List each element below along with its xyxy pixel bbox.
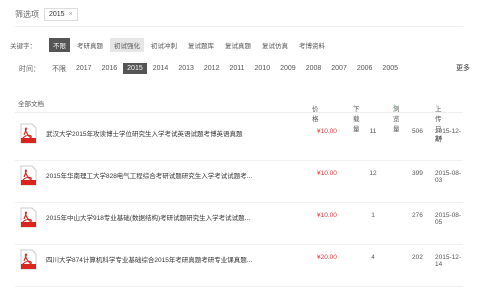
- doc-downloads: 12: [369, 170, 377, 177]
- doc-views: 506: [412, 128, 423, 135]
- divider: [15, 26, 463, 27]
- year-option[interactable]: 2014: [149, 63, 173, 74]
- keyword-option[interactable]: 初试强化: [110, 38, 144, 52]
- table-row[interactable]: 2015年华南理工大学828电气工程综合考研试题研究生入学考试试题考... ¥1…: [15, 155, 463, 203]
- year-option[interactable]: 2007: [327, 63, 351, 74]
- sort-up-icon: ↑: [435, 103, 439, 110]
- year-option[interactable]: 2010: [251, 63, 275, 74]
- year-option[interactable]: 2013: [174, 63, 198, 74]
- table-row[interactable]: 武汉大学2015年攻读博士学位研究生入学考试英语试题考博英语真题 ¥10.00 …: [15, 113, 463, 161]
- time-filter-row: 时间： 不限 2017 2016 2015 2014 2013 2012 201…: [19, 62, 404, 75]
- year-option[interactable]: 2015: [123, 63, 147, 74]
- year-option[interactable]: 2011: [225, 63, 248, 74]
- keyword-option[interactable]: 复试仿真: [258, 38, 292, 52]
- pdf-file-icon: [20, 207, 37, 228]
- keyword-filter-row: 关键字： 不限 考研真题 初试强化 初试冲刺 复试题库 复试真题 复试仿真 考博…: [10, 38, 332, 52]
- time-label: 时间：: [19, 65, 40, 73]
- doc-downloads: 11: [369, 128, 377, 135]
- table-header: 全部文档 价格 ↑ 下载量 ↑ 浏览量 ↓ 上传日期 ↑: [15, 93, 463, 143]
- more-link[interactable]: 更多: [456, 63, 470, 73]
- doc-price: ¥10.00: [317, 212, 337, 219]
- doc-date: 2015-08-05: [435, 212, 462, 226]
- doc-title[interactable]: 2015年中山大学918专业基础(数据结构)考研试题研究生入学考试试题...: [46, 212, 276, 222]
- doc-date: 2015-08-03: [435, 170, 462, 184]
- table-row[interactable]: 四川大学874计算机科学专业基础综合2015年考研真题考研专业课真题... ¥2…: [15, 239, 463, 287]
- close-icon[interactable]: ×: [69, 11, 73, 18]
- year-option[interactable]: 2016: [98, 63, 122, 74]
- pdf-file-icon: [20, 123, 37, 144]
- year-option[interactable]: 2009: [276, 63, 300, 74]
- keyword-option[interactable]: 初试冲刺: [147, 38, 181, 52]
- doc-price: ¥10.00: [317, 128, 337, 135]
- doc-title[interactable]: 四川大学874计算机科学专业基础综合2015年考研真题考研专业课真题...: [46, 254, 276, 264]
- keyword-option[interactable]: 考博资料: [295, 38, 329, 52]
- year-option[interactable]: 2006: [353, 63, 377, 74]
- table-row[interactable]: 2015年中山大学918专业基础(数据结构)考研试题研究生入学考试试题... ¥…: [15, 197, 463, 245]
- page: 筛选项 2015 × 关键字： 不限 考研真题 初试强化 初试冲刺 复试题库 复试…: [0, 0, 478, 291]
- year-option[interactable]: 2012: [200, 63, 224, 74]
- doc-title[interactable]: 2015年华南理工大学828电气工程综合考研试题研究生入学考试试题考...: [46, 170, 276, 180]
- doc-date: 2015-12-24: [435, 128, 462, 142]
- doc-views: 399: [412, 170, 423, 177]
- doc-title[interactable]: 武汉大学2015年攻读博士学位研究生入学考试英语试题考博英语真题: [46, 128, 276, 138]
- sort-up-icon: ↑: [312, 103, 316, 110]
- pdf-file-icon: [20, 165, 37, 186]
- doc-downloads: 4: [371, 254, 375, 261]
- doc-price: ¥10.00: [317, 170, 337, 177]
- year-option[interactable]: 2008: [302, 63, 326, 74]
- doc-date: 2015-12-14: [435, 254, 462, 268]
- sort-down-icon: ↓: [393, 103, 397, 110]
- header-all-docs: 全部文档: [18, 101, 44, 108]
- sort-up-icon: ↑: [353, 103, 357, 110]
- filter-bar: 筛选项 2015 ×: [0, 0, 478, 30]
- filter-chip[interactable]: 2015 ×: [44, 8, 78, 21]
- year-option[interactable]: 2017: [72, 63, 96, 74]
- keyword-label: 关键字：: [10, 43, 36, 50]
- doc-views: 202: [412, 254, 423, 261]
- year-option[interactable]: 不限: [48, 62, 70, 76]
- keyword-option[interactable]: 复试题库: [184, 38, 218, 52]
- year-option[interactable]: 2005: [378, 63, 402, 74]
- pdf-file-icon: [20, 249, 37, 270]
- doc-downloads: 1: [371, 212, 375, 219]
- keyword-option[interactable]: 不限: [49, 38, 70, 52]
- doc-price: ¥20.00: [317, 254, 337, 261]
- keyword-option[interactable]: 考研真题: [73, 38, 107, 52]
- doc-views: 276: [412, 212, 423, 219]
- keyword-option[interactable]: 复试真题: [221, 38, 255, 52]
- filter-chip-label: 2015: [49, 11, 65, 18]
- filter-label: 筛选项: [15, 10, 39, 19]
